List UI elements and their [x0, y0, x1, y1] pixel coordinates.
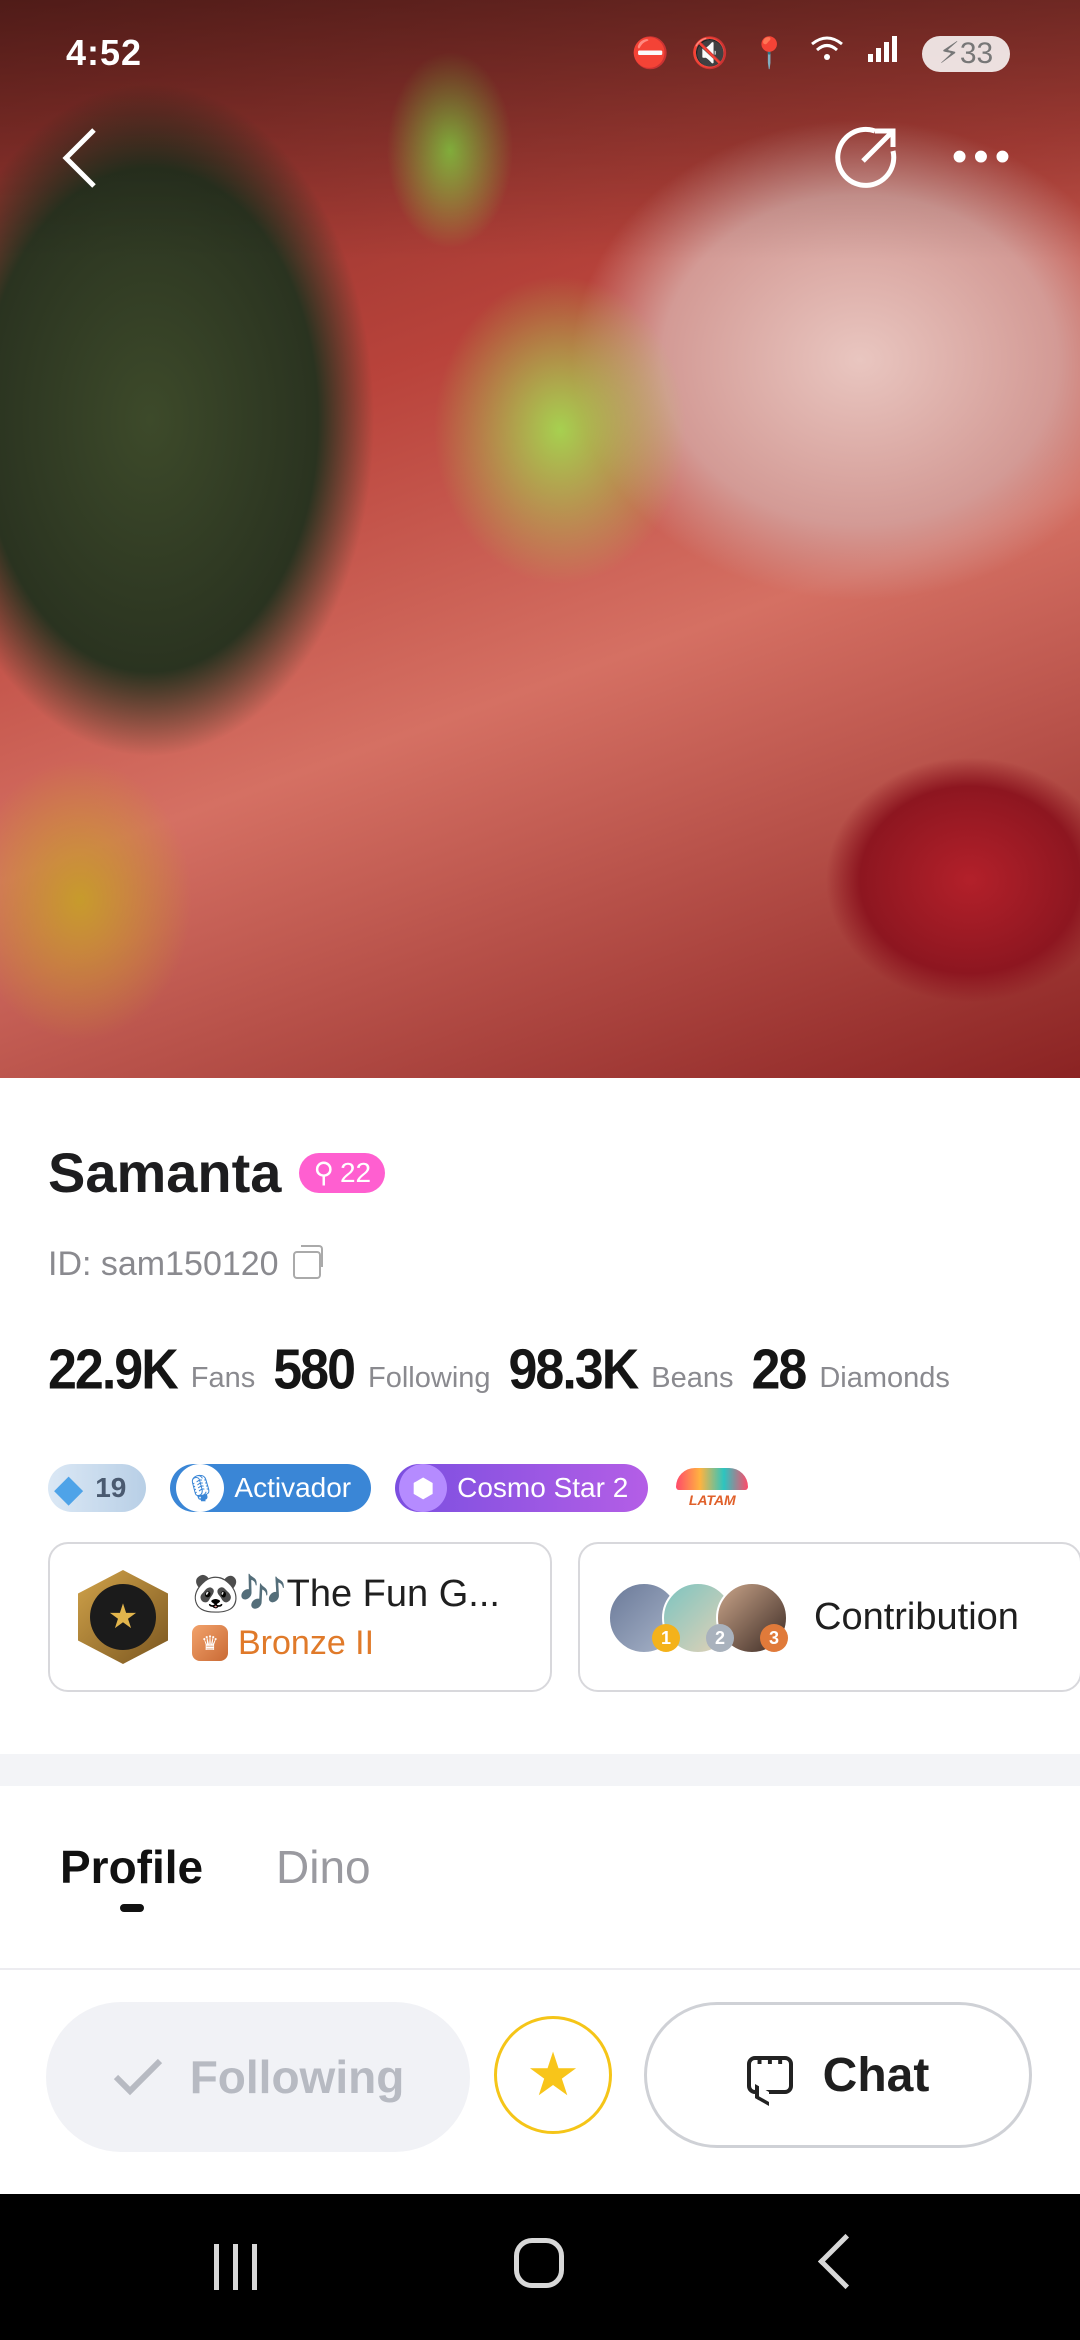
active-tab-indicator	[120, 1904, 144, 1912]
search-level-icon: ⚲	[313, 1157, 334, 1188]
bronze-rank-icon: ♛	[192, 1625, 228, 1661]
family-info: 🐼🎶The Fun G... ♛ Bronze II	[192, 1572, 500, 1663]
stat-following[interactable]: 580 Following	[273, 1338, 491, 1402]
battery-level: 33	[959, 36, 994, 70]
profile-id: ID: sam150120	[48, 1245, 279, 1283]
status-time: 4:52	[66, 32, 143, 73]
battery-charging-icon: ⚡ 33	[922, 35, 1010, 72]
share-icon	[835, 126, 897, 188]
level-value: 22	[339, 1156, 372, 1188]
chat-button[interactable]: Chat	[644, 2002, 1032, 2148]
profile-id-row: ID: sam150120	[48, 1244, 323, 1284]
chat-icon	[746, 2046, 793, 2094]
star-emblem-icon: ★	[90, 1584, 156, 1650]
stat-label: Following	[368, 1362, 491, 1394]
activador-icon: 🎙	[176, 1464, 225, 1512]
profile-name-row: Samanta ⚲ 22	[48, 1140, 386, 1205]
info-cards: ★ 🐼🎶The Fun G... ♛ Bronze II 1 2 3 Contr…	[48, 1542, 1080, 1692]
stat-value: 98.3K	[508, 1338, 640, 1402]
following-label: Following	[189, 2051, 405, 2103]
contribution-card[interactable]: 1 2 3 Contribution	[578, 1542, 1080, 1692]
contribution-label: Contribution	[814, 1595, 1019, 1638]
sombrero-icon	[676, 1468, 749, 1490]
cosmo-star-icon: ⬢	[399, 1464, 448, 1512]
bottom-action-bar: Following ★ Chat	[0, 1998, 1080, 2158]
stat-value: 28	[751, 1338, 808, 1402]
rank-1-badge: 1	[652, 1624, 680, 1652]
chat-label: Chat	[822, 2048, 930, 2102]
profile-name: Samanta	[48, 1141, 282, 1204]
recents-button[interactable]	[214, 2244, 257, 2290]
stat-diamonds[interactable]: 28 Diamonds	[751, 1338, 950, 1402]
more-button[interactable]: •••	[944, 132, 1024, 182]
diamond-level-badge[interactable]: ◆ 19	[48, 1464, 147, 1512]
tab-dino[interactable]: Dino	[276, 1840, 371, 1894]
home-button[interactable]	[514, 2238, 564, 2288]
chevron-left-icon	[62, 128, 96, 188]
stat-label: Diamonds	[819, 1362, 950, 1394]
stat-fans[interactable]: 22.9K Fans	[48, 1338, 256, 1402]
status-bar: 4:52 ⛔ 🔇 📍 ⚡ 33	[0, 0, 1080, 108]
family-rank: Bronze II	[238, 1623, 375, 1662]
more-horizontal-icon: •••	[951, 132, 1017, 181]
profile-stats: 22.9K Fans 580 Following 98.3K Beans 28 …	[48, 1338, 968, 1402]
mute-icon: 🔇	[691, 36, 729, 70]
stat-label: Fans	[190, 1362, 256, 1394]
rank-2-badge: 2	[706, 1624, 734, 1652]
rank-3-badge: 3	[760, 1624, 788, 1652]
do-not-disturb-icon: ⛔	[631, 36, 670, 70]
diamond-level-value: 19	[95, 1472, 127, 1503]
stat-value: 22.9K	[48, 1338, 179, 1402]
profile-tabs: Profile Dino	[0, 1820, 1080, 1970]
latam-badge[interactable]: LATAM	[672, 1462, 752, 1514]
top-contributors: 1 2 3	[608, 1582, 788, 1654]
wifi-icon	[810, 34, 844, 73]
family-card[interactable]: ★ 🐼🎶The Fun G... ♛ Bronze II	[48, 1542, 552, 1692]
star-icon: ★	[526, 2041, 580, 2108]
status-icons: ⛔ 🔇 📍 ⚡ 33	[632, 34, 1010, 73]
following-button[interactable]: Following	[46, 2002, 470, 2152]
level-badge[interactable]: ⚲ 22	[299, 1152, 386, 1193]
copy-icon[interactable]	[292, 1244, 323, 1279]
stat-label: Beans	[651, 1362, 734, 1394]
checkmark-icon	[113, 2058, 162, 2096]
cosmo-star-badge[interactable]: ⬢ Cosmo Star 2	[395, 1464, 649, 1512]
family-rank-row: ♛ Bronze II	[192, 1624, 500, 1663]
badges-row: ◆ 19 🎙 Activador ⬢ Cosmo Star 2 LATAM	[48, 1462, 752, 1514]
tab-profile[interactable]: Profile	[60, 1840, 203, 1894]
back-button[interactable]	[50, 118, 110, 198]
family-name: 🐼🎶The Fun G...	[192, 1572, 500, 1615]
family-emblem-icon: ★	[76, 1564, 170, 1670]
system-back-button[interactable]	[817, 2233, 874, 2290]
favorite-star-button[interactable]: ★	[494, 2016, 612, 2134]
system-navigation-bar	[0, 2194, 1080, 2340]
profile-cover-photo[interactable]	[0, 0, 1080, 1078]
location-icon: 📍	[750, 36, 788, 70]
activador-badge[interactable]: 🎙 Activador	[170, 1464, 372, 1512]
signal-icon	[866, 34, 900, 73]
stat-beans[interactable]: 98.3K Beans	[508, 1338, 734, 1402]
share-button[interactable]	[832, 122, 902, 192]
latam-label: LATAM	[688, 1492, 736, 1508]
activador-label: Activador	[234, 1472, 352, 1503]
diamond-icon: ◆	[54, 1467, 84, 1510]
cosmo-star-label: Cosmo Star 2	[457, 1472, 629, 1503]
section-divider	[0, 1754, 1080, 1786]
stat-value: 580	[273, 1338, 356, 1402]
